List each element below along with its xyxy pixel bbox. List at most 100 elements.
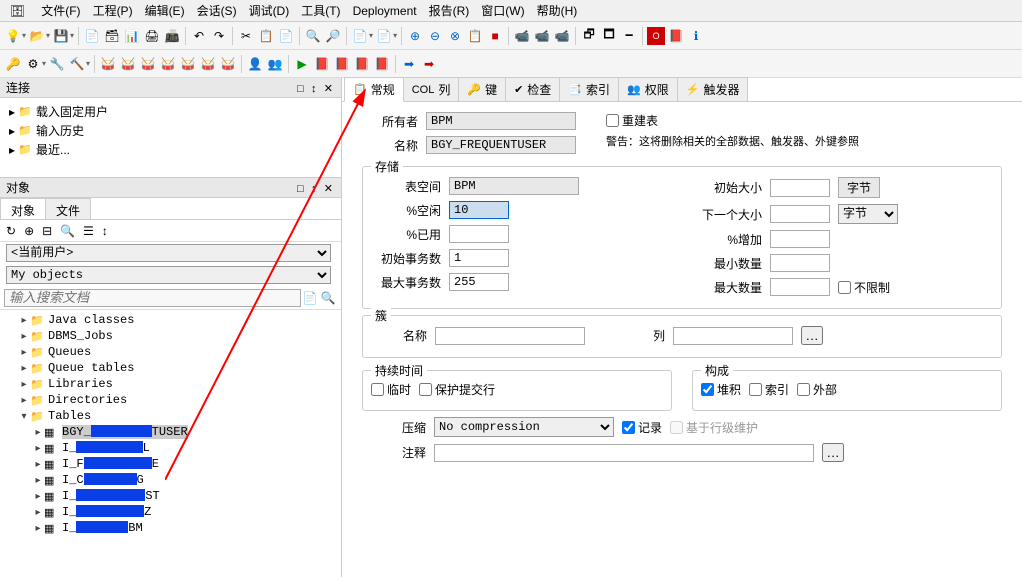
win3-icon[interactable]: 🗕 [620,27,638,45]
detail-tab[interactable]: ⚡触发器 [677,77,749,101]
binoculars-icon[interactable]: 🔍 [58,224,77,238]
menu-item[interactable]: 报告(R) [423,0,476,21]
menu-item[interactable]: 帮助(H) [531,0,584,21]
stepinto-icon[interactable]: ⊕ [406,27,424,45]
twisty-icon[interactable]: ▸ [18,347,30,358]
tablespace-input[interactable] [449,177,579,195]
compress-select[interactable]: No compression [434,417,614,437]
nextsize-input[interactable] [770,205,830,223]
detail-tab[interactable]: COL列 [403,77,460,101]
twisty-icon[interactable]: ▸ [18,315,30,326]
menu-item[interactable]: 工程(P) [87,0,139,21]
arr1-icon[interactable]: ➡ [400,55,418,73]
menu-item[interactable]: Deployment [347,2,423,20]
unlimited-checkbox[interactable]: 不限制 [838,279,890,296]
twisty-icon[interactable]: ▸ [32,427,44,438]
drum3-icon[interactable]: 🥁 [139,55,157,73]
conn-fixed-users[interactable]: 载入固定用户 [36,103,108,120]
win1-icon[interactable]: 🗗 [580,27,598,45]
cut-icon[interactable]: ✂ [237,27,255,45]
go-icon[interactable]: ▶ [293,55,311,73]
panel-close-icon[interactable]: ✕ [322,183,335,195]
drum1-icon[interactable]: 🥁 [99,55,117,73]
cam1-icon[interactable]: 📹 [513,27,531,45]
name-input[interactable] [426,136,576,154]
findnext-icon[interactable]: 🔎 [324,27,342,45]
menu-item[interactable]: 会话(S) [191,0,243,21]
heap-checkbox[interactable]: 堆积 [701,381,741,398]
stepover-icon[interactable]: ⊖ [426,27,444,45]
twisty-icon[interactable]: ▸ [6,143,18,157]
collapse-icon[interactable]: ⊟ [40,224,54,238]
table-item[interactable]: BGY_ TUSER [62,425,188,439]
menu-item[interactable]: 工具(T) [295,0,346,21]
cluster-col-browse[interactable]: … [801,326,823,345]
panel-pin-icon[interactable]: □ [295,83,306,95]
u1-icon[interactable]: 👤 [246,55,264,73]
twisty-icon[interactable]: ▸ [18,363,30,374]
table-item[interactable]: I_ L [62,441,150,455]
table-item[interactable]: I_F E [62,457,159,471]
filter-icon[interactable]: ☰ [81,224,96,238]
bk3-icon[interactable]: 📕 [353,55,371,73]
sort-icon[interactable]: ↕ [100,224,110,238]
paste-icon[interactable]: 📄 [277,27,295,45]
index-checkbox[interactable]: 索引 [749,381,789,398]
temp-checkbox[interactable]: 临时 [371,381,411,398]
info-icon[interactable]: ℹ [687,27,705,45]
win2-icon[interactable]: 🗖 [600,27,618,45]
initsize-input[interactable] [770,179,830,197]
twisty-icon[interactable]: ▸ [32,507,44,518]
detail-tab[interactable]: 📑索引 [559,77,619,101]
hammer-icon[interactable]: 🔨 [68,55,86,73]
detail-tab[interactable]: 🔑键 [458,77,506,101]
printer-icon[interactable]: 📠 [163,27,181,45]
oracle-icon[interactable]: O [647,27,665,45]
tree-item[interactable]: Libraries [48,377,113,391]
drum4-icon[interactable]: 🥁 [159,55,177,73]
drum6-icon[interactable]: 🥁 [199,55,217,73]
redo-icon[interactable]: ↷ [210,27,228,45]
print-icon[interactable]: 🖨 [143,27,161,45]
twisty-icon[interactable]: ▸ [32,523,44,534]
menu-item[interactable]: 窗口(W) [475,0,530,21]
twisty-icon[interactable]: ▸ [18,379,30,390]
compile-icon[interactable]: 📄 [83,27,101,45]
conn-history[interactable]: 输入历史 [36,122,84,139]
twisty-icon[interactable]: ▸ [6,124,18,138]
nextsize-unit[interactable]: 字节 [838,204,898,224]
cam3-icon[interactable]: 📹 [553,27,571,45]
gear-icon[interactable]: ⚙ [24,55,42,73]
twisty-icon[interactable]: ▸ [32,459,44,470]
twisty-icon[interactable]: ▾ [18,411,30,422]
stepout-icon[interactable]: ⊗ [446,27,464,45]
bk1-icon[interactable]: 📕 [313,55,331,73]
doc1-icon[interactable]: 📄 [351,27,369,45]
pctincr-input[interactable] [770,230,830,248]
tree-item[interactable]: Queue tables [48,361,134,375]
inittrans-input[interactable] [449,249,509,267]
open-icon[interactable]: 📂 [28,27,46,45]
undo-icon[interactable]: ↶ [190,27,208,45]
owner-input[interactable] [426,112,576,130]
new-icon[interactable]: 💡 [4,27,22,45]
search-input[interactable] [4,289,301,307]
expand-icon[interactable]: ⊕ [22,224,36,238]
rebuild-checkbox[interactable]: 重建表 [606,112,658,129]
panel-pin2-icon[interactable]: ↕ [309,83,319,95]
break-icon[interactable]: 📋 [466,27,484,45]
menu-item[interactable]: 文件(F) [35,0,86,21]
explain-icon[interactable]: 📊 [123,27,141,45]
detail-tab[interactable]: 👥权限 [618,77,678,101]
scope-select[interactable]: <当前用户> [6,244,331,262]
refresh-icon[interactable]: ↻ [4,224,18,238]
search-go-icon[interactable]: 🔍 [319,291,337,305]
tree-item[interactable]: Queues [48,345,91,359]
conn-recent[interactable]: 最近... [36,141,70,158]
menu-item[interactable]: 调试(D) [243,0,296,21]
panel-close-icon[interactable]: ✕ [322,83,335,95]
comment-input[interactable] [434,444,814,462]
copy-icon[interactable]: 📋 [257,27,275,45]
tab-objects[interactable]: 对象 [0,198,46,219]
table-item[interactable]: I_ ST [62,489,160,503]
